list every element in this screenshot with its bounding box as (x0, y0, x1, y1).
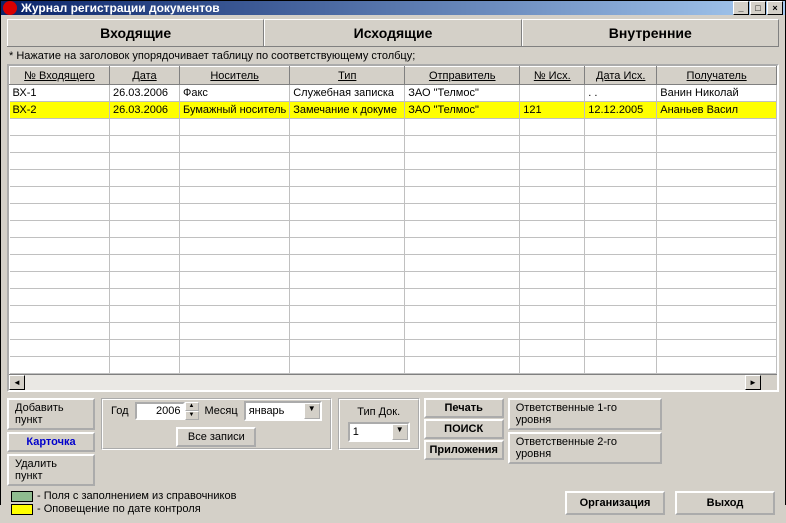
col-type[interactable]: Тип (290, 67, 405, 85)
horizontal-scrollbar[interactable]: ◄ ► (9, 374, 777, 390)
table-cell[interactable]: ЗАО "Телмос" (405, 102, 520, 119)
green-swatch-icon (11, 491, 33, 502)
delete-item-button[interactable]: Удалить пункт (7, 454, 95, 486)
exit-button[interactable]: Выход (675, 491, 775, 515)
table-cell[interactable]: 121 (520, 102, 585, 119)
table-row[interactable]: ВХ-226.03.2006Бумажный носительЗамечание… (10, 102, 777, 119)
table-row (10, 289, 777, 306)
legend-green: - Поля с заполнением из справочников (11, 490, 236, 502)
col-date[interactable]: Дата (110, 67, 180, 85)
table-cell[interactable]: Бумажный носитель (180, 102, 290, 119)
table-cell[interactable]: ВХ-2 (10, 102, 110, 119)
table-cell[interactable]: Ананьев Васил (657, 102, 777, 119)
window-title: Журнал регистрации документов (21, 1, 733, 15)
table-cell[interactable]: Замечание к докуме (290, 102, 405, 119)
table-row (10, 187, 777, 204)
data-grid: № Входящего Дата Носитель Тип Отправител… (7, 64, 779, 392)
dropdown-icon[interactable]: ▼ (392, 424, 408, 440)
table-row (10, 272, 777, 289)
year-down-icon[interactable]: ▼ (185, 411, 199, 420)
card-button[interactable]: Карточка (7, 432, 95, 452)
table-row (10, 221, 777, 238)
col-out-date[interactable]: Дата Исх. (585, 67, 657, 85)
yellow-swatch-icon (11, 504, 33, 515)
table-cell[interactable]: Служебная записка (290, 85, 405, 102)
tab-bar: Входящие Исходящие Внутренние (7, 19, 779, 47)
table-row[interactable]: ВХ-126.03.2006ФаксСлужебная запискаЗАО "… (10, 85, 777, 102)
table-row (10, 255, 777, 272)
col-sender[interactable]: Отправитель (405, 67, 520, 85)
table-row (10, 323, 777, 340)
table-cell[interactable]: ЗАО "Телмос" (405, 85, 520, 102)
maximize-button[interactable]: □ (750, 1, 766, 15)
level2-responsible-button[interactable]: Ответственные 2-го уровня (508, 432, 662, 464)
doc-type-select[interactable]: 1 ▼ (348, 422, 410, 442)
titlebar: Журнал регистрации документов _ □ × (1, 1, 785, 15)
col-carrier[interactable]: Носитель (180, 67, 290, 85)
date-filter-group: Год ▲ ▼ Месяц январь ▼ (101, 398, 332, 450)
month-select[interactable]: январь ▼ (244, 401, 322, 421)
add-item-button[interactable]: Добавить пункт (7, 398, 95, 430)
type-filter-group: Тип Док. 1 ▼ (338, 398, 420, 450)
col-out-no[interactable]: № Исх. (520, 67, 585, 85)
year-up-icon[interactable]: ▲ (185, 402, 199, 411)
table-row (10, 306, 777, 323)
tab-incoming[interactable]: Входящие (7, 19, 264, 46)
table-cell[interactable]: Ванин Николай (657, 85, 777, 102)
table-cell[interactable] (520, 85, 585, 102)
app-icon (3, 1, 17, 15)
scroll-corner (761, 375, 777, 390)
table-row (10, 136, 777, 153)
table-row (10, 119, 777, 136)
table-row (10, 357, 777, 374)
sort-hint: * Нажатие на заголовок упорядочивает таб… (7, 47, 779, 64)
table-cell[interactable]: . . (585, 85, 657, 102)
col-incoming-no[interactable]: № Входящего (10, 67, 110, 85)
table-row (10, 238, 777, 255)
table-row (10, 204, 777, 221)
close-button[interactable]: × (767, 1, 783, 15)
col-recipient[interactable]: Получатель (657, 67, 777, 85)
organization-button[interactable]: Организация (565, 491, 665, 515)
table-header-row: № Входящего Дата Носитель Тип Отправител… (10, 67, 777, 85)
search-button[interactable]: ПОИСК (424, 419, 504, 439)
all-records-button[interactable]: Все записи (176, 427, 256, 447)
scroll-right-icon[interactable]: ► (745, 375, 761, 390)
print-button[interactable]: Печать (424, 398, 504, 418)
scroll-left-icon[interactable]: ◄ (9, 375, 25, 390)
table-row (10, 170, 777, 187)
table-cell[interactable]: 26.03.2006 (110, 102, 180, 119)
table-cell[interactable]: ВХ-1 (10, 85, 110, 102)
doc-type-label: Тип Док. (357, 406, 400, 418)
table-row (10, 340, 777, 357)
table-cell[interactable]: Факс (180, 85, 290, 102)
year-label: Год (111, 405, 129, 417)
month-label: Месяц (205, 405, 238, 417)
table-cell[interactable]: 12.12.2005 (585, 102, 657, 119)
tab-outgoing[interactable]: Исходящие (264, 19, 521, 46)
year-input[interactable] (135, 402, 185, 420)
dropdown-icon[interactable]: ▼ (304, 403, 320, 419)
scroll-track[interactable] (25, 375, 745, 390)
attachments-button[interactable]: Приложения (424, 440, 504, 460)
year-spinner[interactable]: ▲ ▼ (135, 402, 199, 420)
table-row (10, 153, 777, 170)
tab-internal[interactable]: Внутренние (522, 19, 779, 46)
table-cell[interactable]: 26.03.2006 (110, 85, 180, 102)
level1-responsible-button[interactable]: Ответственные 1-го уровня (508, 398, 662, 430)
minimize-button[interactable]: _ (733, 1, 749, 15)
